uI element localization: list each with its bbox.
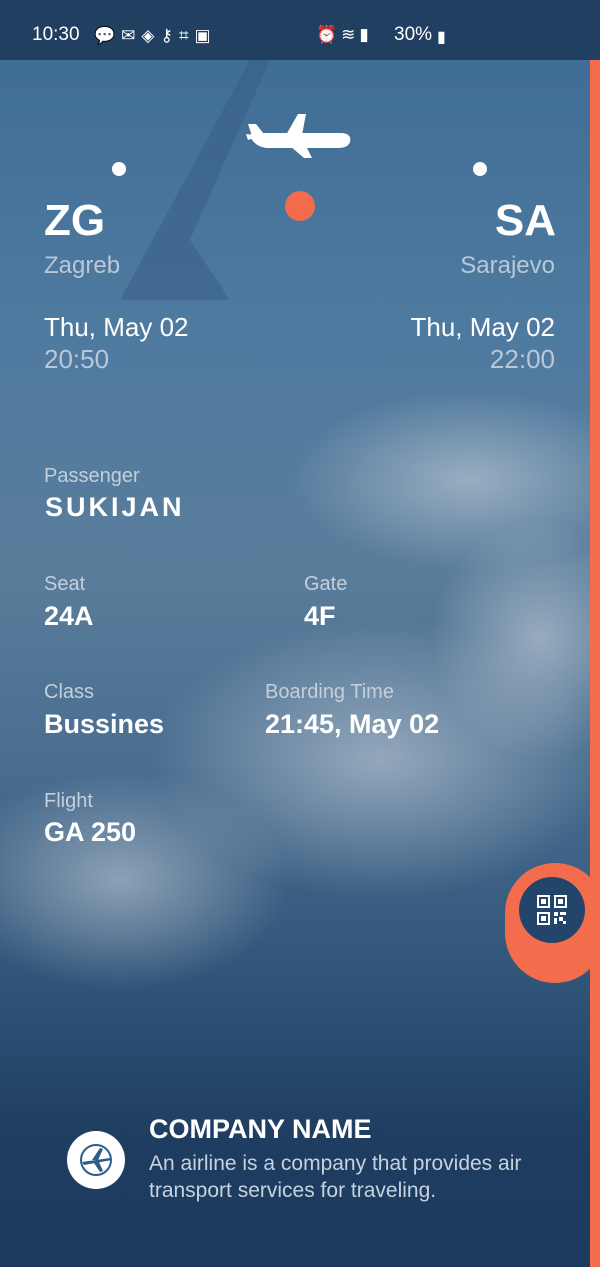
system-icons: ⏰≋▮ — [316, 25, 373, 45]
company-description: An airline is a company that provides ai… — [149, 1152, 522, 1202]
status-bar: 10:30 💬✉◈⚷⌗▣ ⏰≋▮ 30% ▮ — [0, 0, 600, 60]
origin-time: 20:50 — [44, 344, 110, 374]
passenger-label: Passenger — [44, 465, 140, 487]
airline-logo-icon — [80, 1144, 112, 1176]
route-dot-progress — [285, 191, 315, 221]
key-icon: ⚷ — [160, 26, 179, 45]
boarding-time-value: 21:45, May 02 — [265, 709, 440, 739]
gate-label: Gate — [304, 573, 348, 595]
seat-label: Seat — [44, 573, 86, 595]
class-value: Bussines — [44, 709, 165, 739]
battery-icon: ▮ — [437, 29, 446, 46]
gate-value: 4F — [304, 601, 336, 631]
origin-code: ZG — [44, 196, 106, 245]
destination-city: Sarajevo — [460, 252, 555, 279]
qr-code-icon — [537, 895, 567, 925]
battery-percent: 30% — [394, 24, 433, 45]
destination-date: Thu, May 02 — [410, 312, 555, 342]
mail-icon: ✉ — [121, 26, 142, 45]
notification-icons: 💬✉◈⚷⌗▣ — [94, 26, 217, 46]
route-dot-origin — [112, 162, 126, 176]
image-icon: ▣ — [194, 26, 217, 45]
wifi-icon: ≋ — [341, 25, 360, 44]
passenger-value: SUKIJAN — [45, 492, 185, 522]
flight-value: GA 250 — [44, 817, 137, 847]
status-time: 10:30 — [32, 24, 80, 45]
qr-code-button[interactable] — [519, 877, 585, 943]
boarding-time-label: Boarding Time — [265, 681, 394, 703]
company-logo — [67, 1131, 125, 1189]
origin-city: Zagreb — [44, 252, 121, 279]
scan-icon: ⌗ — [178, 26, 195, 45]
chat-icon: 💬 — [94, 26, 122, 45]
destination-time: 22:00 — [489, 344, 555, 374]
class-label: Class — [44, 681, 95, 703]
company-name: COMPANY NAME — [149, 1114, 372, 1144]
seat-value: 24A — [44, 601, 94, 631]
alarm-icon: ⏰ — [316, 25, 342, 44]
shield-icon: ◈ — [141, 26, 161, 45]
origin-date: Thu, May 02 — [44, 312, 189, 342]
destination-code: SA — [494, 196, 556, 245]
flight-label: Flight — [44, 790, 93, 812]
accent-edge — [590, 60, 600, 1267]
route-dot-destination — [473, 162, 487, 176]
signal-icon: ▮ — [359, 25, 373, 44]
airplane-icon — [246, 114, 351, 158]
boarding-pass-screen: 10:30 💬✉◈⚷⌗▣ ⏰≋▮ 30% ▮ ZG Zagreb Thu, Ma… — [0, 0, 600, 1267]
